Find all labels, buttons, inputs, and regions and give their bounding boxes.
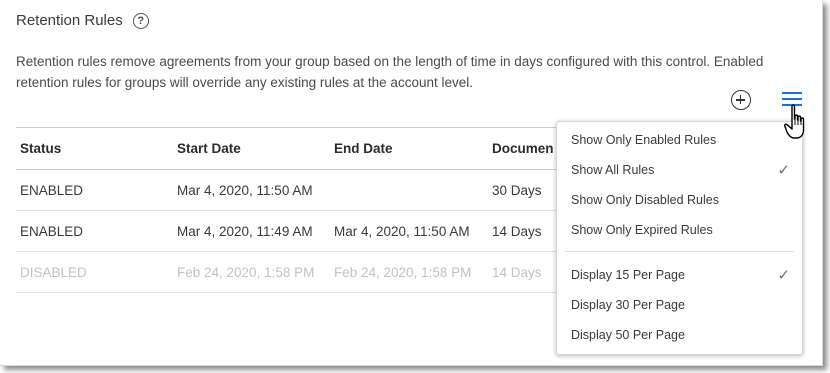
plus-circle-icon[interactable] — [731, 90, 751, 110]
column-header-status[interactable]: Status — [16, 127, 173, 170]
menu-item-display-30[interactable]: Display 30 Per Page — [557, 290, 802, 320]
menu-divider — [565, 251, 794, 252]
menu-item-label: Show Only Enabled Rules — [571, 133, 717, 147]
menu-item-display-50[interactable]: Display 50 Per Page — [557, 320, 802, 350]
menu-item-label: Display 30 Per Page — [571, 298, 685, 312]
menu-item-show-all[interactable]: Show All Rules ✓ — [557, 155, 802, 185]
menu-item-label: Show Only Expired Rules — [571, 223, 713, 237]
row-end-date — [330, 169, 488, 211]
description-text: Retention rules remove agreements from y… — [16, 54, 764, 90]
column-header-start-date[interactable]: Start Date — [173, 127, 330, 170]
menu-item-display-15[interactable]: Display 15 Per Page ✓ — [557, 260, 802, 290]
table-row[interactable]: ENABLED Mar 4, 2020, 11:50 AM 30 Days — [16, 169, 576, 211]
row-start-date: Mar 4, 2020, 11:49 AM — [173, 210, 330, 252]
row-status: DISABLED — [16, 251, 173, 293]
row-end-date: Feb 24, 2020, 1:58 PM — [330, 251, 488, 293]
menu-bar — [782, 98, 802, 100]
table-row[interactable]: DISABLED Feb 24, 2020, 1:58 PM Feb 24, 2… — [16, 251, 576, 293]
table-row[interactable]: ENABLED Mar 4, 2020, 11:49 AM Mar 4, 202… — [16, 210, 576, 252]
hand-pointer-cursor-icon — [784, 104, 805, 139]
menu-item-label: Display 15 Per Page — [571, 268, 685, 282]
table-header-row: Status Start Date End Date Documen — [16, 127, 576, 170]
menu-item-show-only-expired[interactable]: Show Only Expired Rules — [557, 215, 802, 245]
checkmark-icon: ✓ — [777, 267, 790, 284]
row-status: ENABLED — [16, 169, 173, 211]
row-status: ENABLED — [16, 210, 173, 252]
row-start-date: Feb 24, 2020, 1:58 PM — [173, 251, 330, 293]
title-row: Retention Rules ? — [16, 12, 149, 29]
row-start-date: Mar 4, 2020, 11:50 AM — [173, 169, 330, 211]
help-icon[interactable]: ? — [132, 12, 149, 29]
menu-item-label: Display 50 Per Page — [571, 328, 685, 342]
page-title: Retention Rules — [16, 12, 123, 29]
checkmark-icon: ✓ — [777, 162, 790, 179]
options-dropdown-menu: Show Only Enabled Rules Show All Rules ✓… — [556, 121, 803, 355]
retention-rules-table: Status Start Date End Date Documen ENABL… — [16, 127, 576, 293]
menu-item-show-only-enabled[interactable]: Show Only Enabled Rules — [557, 125, 802, 155]
row-end-date: Mar 4, 2020, 11:50 AM — [330, 210, 488, 252]
retention-rules-panel: Retention Rules ? Retention rules remove… — [0, 0, 823, 366]
menu-item-show-only-disabled[interactable]: Show Only Disabled Rules — [557, 185, 802, 215]
menu-item-label: Show All Rules — [571, 163, 655, 177]
menu-item-label: Show Only Disabled Rules — [571, 193, 719, 207]
menu-bar — [782, 92, 802, 94]
column-header-end-date[interactable]: End Date — [330, 127, 488, 170]
